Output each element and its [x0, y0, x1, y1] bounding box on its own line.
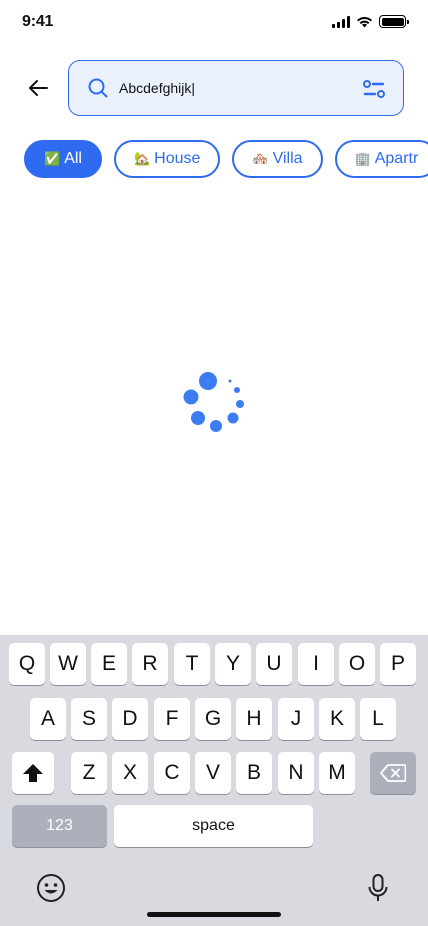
key-o[interactable]: O: [339, 643, 375, 685]
shift-icon: [23, 764, 43, 782]
chip-label: All: [64, 150, 82, 167]
key-s[interactable]: S: [71, 698, 107, 740]
key-p[interactable]: P: [380, 643, 416, 685]
key-x[interactable]: X: [112, 752, 148, 794]
key-m[interactable]: M: [319, 752, 355, 794]
house-emoji-icon: 🏡: [133, 151, 151, 166]
key-r[interactable]: R: [132, 643, 168, 685]
key-u[interactable]: U: [256, 643, 292, 685]
key-t[interactable]: T: [174, 643, 210, 685]
key-v[interactable]: V: [195, 752, 231, 794]
chip-label: Villa: [272, 150, 303, 167]
key-w[interactable]: W: [50, 643, 86, 685]
filter-icon[interactable]: [363, 79, 385, 99]
villa-emoji-icon: 🏘️: [252, 151, 269, 166]
key-k[interactable]: K: [319, 698, 355, 740]
emoji-icon: [37, 874, 65, 902]
status-bar: 9:41: [0, 0, 428, 44]
key-n[interactable]: N: [278, 752, 314, 794]
building-emoji-icon: 🏢: [354, 151, 371, 166]
space-key[interactable]: space: [114, 805, 313, 847]
chip-apartment[interactable]: 🏢 Apartr: [334, 140, 428, 178]
key-b[interactable]: B: [236, 752, 272, 794]
key-g[interactable]: G: [195, 698, 231, 740]
search-box[interactable]: [68, 60, 404, 116]
key-z[interactable]: Z: [71, 752, 107, 794]
status-time: 9:41: [22, 13, 54, 30]
key-l[interactable]: L: [360, 698, 396, 740]
back-button[interactable]: [20, 70, 56, 106]
key-e[interactable]: E: [91, 643, 127, 685]
key-i[interactable]: I: [298, 643, 334, 685]
backspace-icon: [380, 764, 406, 782]
key-f[interactable]: F: [154, 698, 190, 740]
chip-all[interactable]: ✅ All: [24, 140, 102, 178]
keyboard: Q W E R T Y U I O P A S D F G H J K L Z …: [0, 635, 428, 926]
key-d[interactable]: D: [112, 698, 148, 740]
arrow-left-icon: [29, 80, 48, 96]
emoji-button[interactable]: [34, 871, 68, 905]
status-icons: [332, 15, 409, 28]
chip-house[interactable]: 🏡 House: [113, 140, 221, 178]
backspace-key[interactable]: [370, 752, 416, 794]
battery-icon: [379, 15, 409, 28]
microphone-icon: [368, 874, 388, 901]
search-icon: [88, 78, 108, 98]
key-y[interactable]: Y: [215, 643, 251, 685]
dictation-button[interactable]: [361, 871, 395, 905]
key-c[interactable]: C: [154, 752, 190, 794]
key-a[interactable]: A: [30, 698, 66, 740]
chip-villa[interactable]: 🏘️ Villa: [232, 140, 323, 178]
check-emoji-icon: ✅: [44, 151, 61, 166]
shift-key[interactable]: [12, 752, 54, 794]
search-input[interactable]: [119, 73, 349, 103]
key-h[interactable]: H: [236, 698, 272, 740]
key-q[interactable]: Q: [9, 643, 45, 685]
chip-label: Apartr: [374, 150, 419, 167]
category-chips: ✅ All 🏡 House 🏘️ Villa 🏢 Apartr: [24, 140, 428, 178]
cellular-signal-icon: [332, 15, 350, 28]
home-indicator: [147, 912, 281, 917]
chip-label: House: [154, 150, 201, 167]
key-j[interactable]: J: [278, 698, 314, 740]
wifi-icon: [357, 16, 372, 27]
numbers-key[interactable]: 123: [12, 805, 107, 847]
